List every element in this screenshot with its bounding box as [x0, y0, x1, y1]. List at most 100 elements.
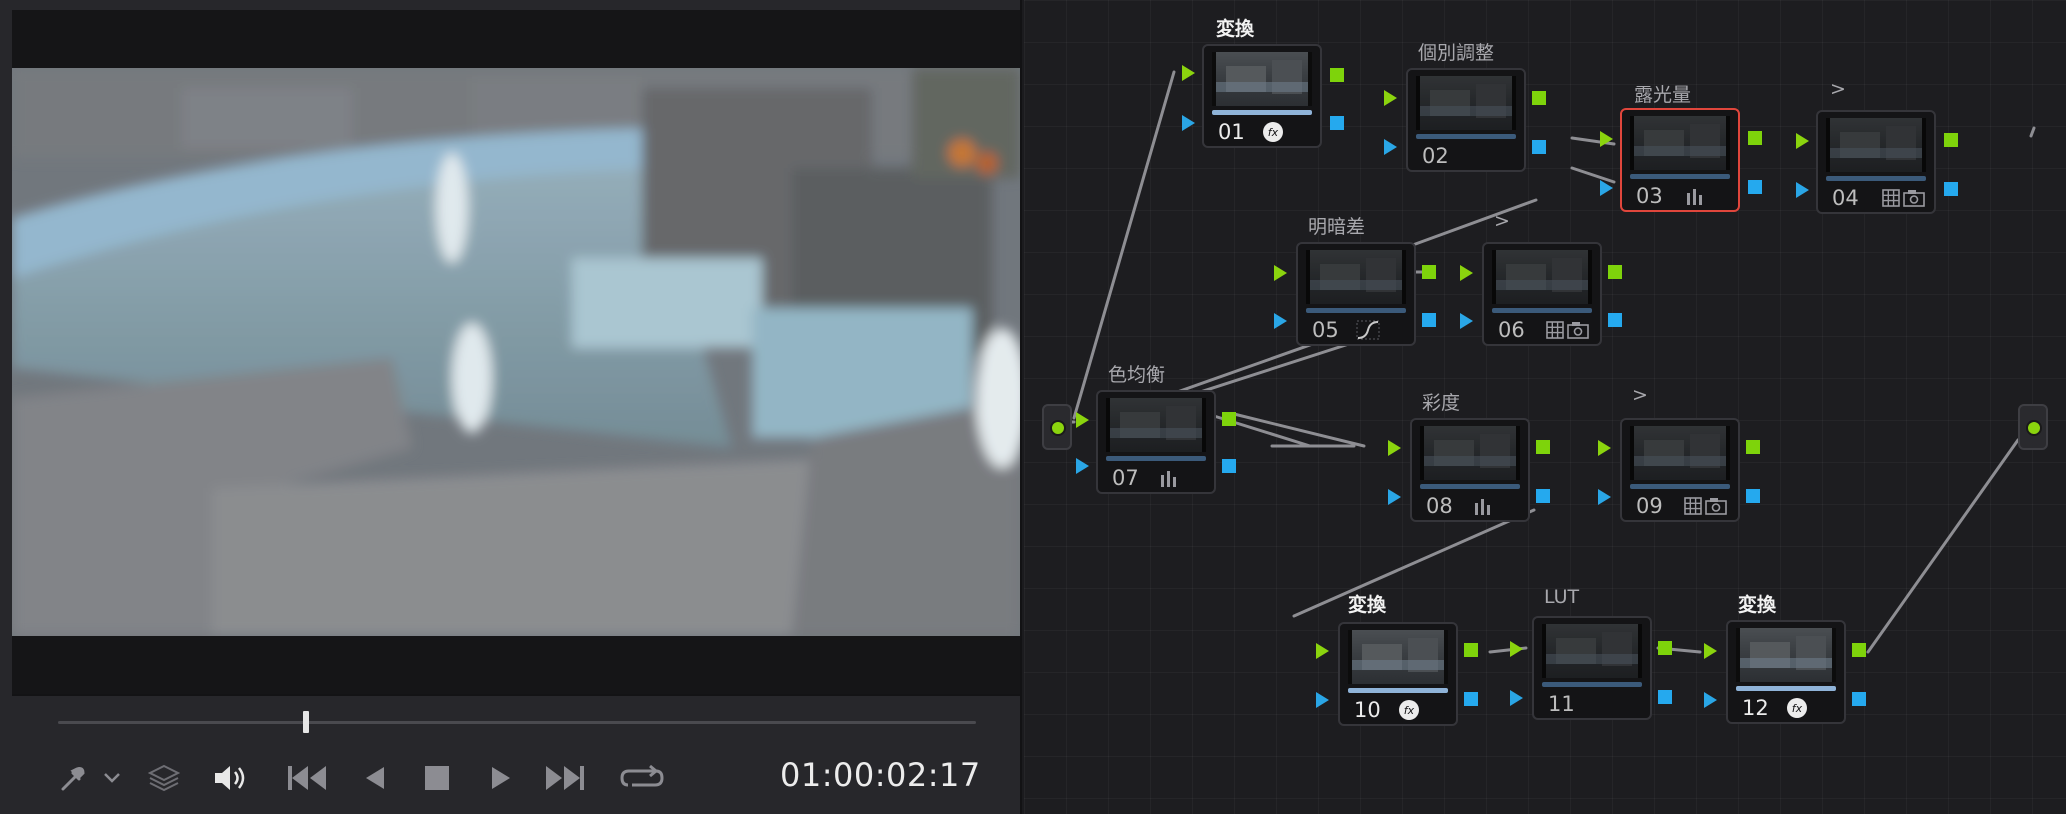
node-12-rgb-output[interactable] — [1852, 643, 1866, 657]
node-05-rgb-output[interactable] — [1422, 265, 1436, 279]
bars-icon — [1160, 468, 1178, 488]
layers-icon[interactable] — [146, 760, 182, 796]
node-11[interactable]: 11 — [1532, 616, 1652, 720]
viewer-letterbox-top — [12, 10, 1020, 68]
source-input-node[interactable] — [1042, 404, 1072, 450]
node-04-label: > — [1830, 78, 1846, 100]
node-06[interactable]: 06 — [1482, 242, 1602, 346]
node-01[interactable]: 01 fx — [1202, 44, 1322, 148]
node-01-rgb-input[interactable] — [1182, 65, 1195, 81]
node-04-rgb-input[interactable] — [1796, 133, 1809, 149]
bars-icon — [1474, 496, 1492, 516]
node-04-alpha-input[interactable] — [1796, 182, 1809, 198]
node-01-rgb-output[interactable] — [1330, 68, 1344, 82]
node-12[interactable]: 12 fx — [1726, 620, 1846, 724]
node-02-rgb-output[interactable] — [1532, 91, 1546, 105]
fx-icon: fx — [1262, 122, 1284, 142]
node-12-alpha-output[interactable] — [1852, 692, 1866, 706]
node-10-rgb-input[interactable] — [1316, 643, 1329, 659]
node-02-rgb-input[interactable] — [1384, 90, 1397, 106]
output-dot[interactable] — [2026, 420, 2042, 436]
node-11-alpha-output[interactable] — [1658, 690, 1672, 704]
node-01-label: 変換 — [1216, 18, 1255, 40]
node-09-alpha-output[interactable] — [1746, 489, 1760, 503]
speaker-icon[interactable] — [210, 760, 250, 796]
node-01-alpha-output[interactable] — [1330, 116, 1344, 130]
node-08-rgb-output[interactable] — [1536, 440, 1550, 454]
viewer-letterbox-bottom — [12, 636, 1020, 694]
node-10-alpha-input[interactable] — [1316, 692, 1329, 708]
curve-icon — [1356, 320, 1380, 340]
node-03-rgb-input[interactable] — [1600, 131, 1613, 147]
playhead-handle[interactable] — [302, 711, 309, 733]
node-05-alpha-input[interactable] — [1274, 313, 1287, 329]
node-11-label: LUT — [1544, 586, 1580, 608]
viewer-divider — [12, 694, 1020, 696]
node-05-rgb-input[interactable] — [1274, 265, 1287, 281]
node-12-alpha-input[interactable] — [1704, 692, 1717, 708]
node-07-rgb-input[interactable] — [1076, 412, 1089, 428]
node-graph-canvas[interactable]: 変換 01 fx 個別調整 02 露光量 03 > 04 明暗差 05 > 06… — [1024, 0, 2066, 814]
skip-to-start-icon[interactable] — [286, 760, 328, 796]
node-03-alpha-input[interactable] — [1600, 180, 1613, 196]
node-09-rgb-output[interactable] — [1746, 440, 1760, 454]
node-10-alpha-output[interactable] — [1464, 692, 1478, 706]
node-03-number: 03 — [1636, 184, 1663, 208]
node-08-alpha-output[interactable] — [1536, 489, 1550, 503]
node-06-alpha-input[interactable] — [1460, 313, 1473, 329]
node-02-alpha-output[interactable] — [1532, 140, 1546, 154]
node-02-alpha-input[interactable] — [1384, 139, 1397, 155]
node-02[interactable]: 02 — [1406, 68, 1526, 172]
node-11-rgb-input[interactable] — [1510, 641, 1523, 657]
node-06-rgb-input[interactable] — [1460, 265, 1473, 281]
node-08-label: 彩度 — [1422, 392, 1461, 414]
fx-icon: fx — [1786, 698, 1808, 718]
chevron-down-icon[interactable] — [100, 760, 124, 796]
node-06-rgb-output[interactable] — [1608, 265, 1622, 279]
node-03-rgb-output[interactable] — [1748, 131, 1762, 145]
node-11-alpha-input[interactable] — [1510, 690, 1523, 706]
node-03-label: 露光量 — [1634, 84, 1692, 106]
node-04-alpha-output[interactable] — [1944, 182, 1958, 196]
node-04-rgb-output[interactable] — [1944, 133, 1958, 147]
source-input-dot[interactable] — [1050, 420, 1066, 436]
node-07-alpha-input[interactable] — [1076, 458, 1089, 474]
output-node[interactable] — [2018, 404, 2048, 450]
node-09-rgb-input[interactable] — [1598, 440, 1611, 456]
node-10[interactable]: 10 fx — [1338, 622, 1458, 726]
node-06-alpha-output[interactable] — [1608, 313, 1622, 327]
node-11-rgb-output[interactable] — [1658, 641, 1672, 655]
play-reverse-icon[interactable] — [360, 760, 390, 796]
node-12-rgb-input[interactable] — [1704, 643, 1717, 659]
viewer-frame-image — [12, 68, 1020, 636]
node-08-rgb-input[interactable] — [1388, 440, 1401, 456]
node-01-alpha-input[interactable] — [1182, 115, 1195, 131]
node-03[interactable]: 03 — [1620, 108, 1740, 212]
grid-camera-icon — [1882, 188, 1926, 208]
node-07[interactable]: 07 — [1096, 390, 1216, 494]
node-07-number: 07 — [1112, 466, 1139, 490]
node-08[interactable]: 08 — [1410, 418, 1530, 522]
svg-text:fx: fx — [1404, 704, 1415, 717]
skip-to-end-icon[interactable] — [544, 760, 586, 796]
scrubber-track[interactable] — [58, 721, 976, 724]
node-08-alpha-input[interactable] — [1388, 489, 1401, 505]
eyedropper-icon[interactable] — [56, 760, 92, 796]
play-icon[interactable] — [486, 760, 516, 796]
node-09[interactable]: 09 — [1620, 418, 1740, 522]
node-04[interactable]: 04 — [1816, 110, 1936, 214]
node-11-number: 11 — [1548, 692, 1575, 716]
node-07-alpha-output[interactable] — [1222, 459, 1236, 473]
node-05[interactable]: 05 — [1296, 242, 1416, 346]
node-10-rgb-output[interactable] — [1464, 643, 1478, 657]
viewer-panel: 01:00:02:17 — [0, 0, 1022, 814]
node-09-alpha-input[interactable] — [1598, 489, 1611, 505]
svg-text:fx: fx — [1268, 126, 1279, 139]
loop-icon[interactable] — [620, 760, 664, 796]
grid-camera-icon — [1546, 320, 1590, 340]
node-05-alpha-output[interactable] — [1422, 313, 1436, 327]
node-07-rgb-output[interactable] — [1222, 412, 1236, 426]
node-10-number: 10 — [1354, 698, 1381, 722]
node-03-alpha-output[interactable] — [1748, 180, 1762, 194]
stop-icon[interactable] — [422, 760, 452, 796]
